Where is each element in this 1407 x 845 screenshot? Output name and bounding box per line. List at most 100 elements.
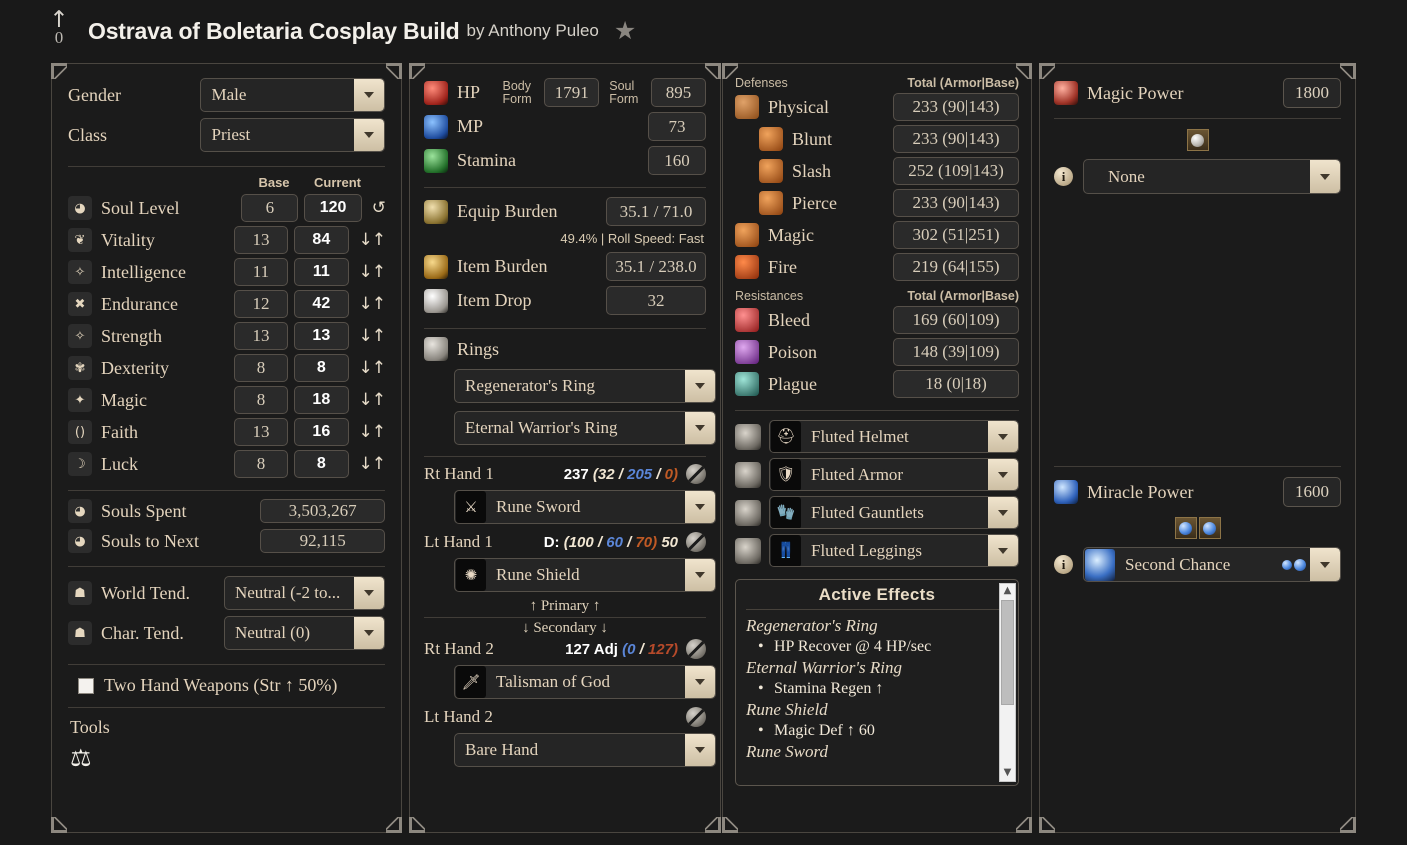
souls-spent-label: Souls Spent: [101, 500, 187, 521]
miracle-slot[interactable]: [1198, 517, 1221, 539]
two-hand-row[interactable]: Two Hand Weapons (Str ↑ 50%): [68, 675, 385, 696]
decrease-increase-stat[interactable]: ↓↑: [359, 358, 386, 378]
no-scaling-icon[interactable]: [686, 707, 706, 727]
slash-icon: [759, 159, 783, 183]
miracle-slot-strip: [1054, 517, 1341, 539]
miracle-spell-select[interactable]: Second Chance: [1083, 547, 1341, 582]
divider: [735, 410, 1019, 411]
chevron-down-icon[interactable]: [685, 412, 715, 444]
chevron-down-icon[interactable]: [685, 734, 715, 766]
chevron-down-icon[interactable]: [685, 370, 715, 402]
lt-hand-1-select[interactable]: ✺ Rune Shield: [454, 558, 716, 592]
miracle-slot[interactable]: [1174, 517, 1197, 539]
miracle-spell-value: Second Chance: [1125, 554, 1231, 574]
defenses-label: Defenses: [735, 76, 788, 90]
scroll-down-icon[interactable]: ▼: [1004, 766, 1012, 780]
stat-current-value[interactable]: 8: [294, 450, 349, 478]
rt-hand-2-select[interactable]: 🗡 Talisman of God: [454, 665, 716, 699]
char-tendency-select[interactable]: Neutral (0): [223, 616, 385, 650]
upvote-arrow-icon[interactable]: ↑: [49, 9, 68, 32]
chevron-down-icon[interactable]: [354, 79, 384, 111]
stat-row: ✖ Endurance 12 42 ↓↑: [68, 290, 386, 318]
strength-icon: ✧: [68, 324, 92, 348]
info-icon[interactable]: i: [1054, 555, 1073, 574]
chevron-down-icon[interactable]: [354, 119, 384, 151]
divider: [424, 187, 706, 188]
reset-stat-button[interactable]: ↺: [372, 198, 386, 218]
no-scaling-icon[interactable]: [686, 532, 706, 552]
stat-current-value[interactable]: 18: [294, 386, 349, 414]
chevron-down-icon[interactable]: [988, 497, 1018, 528]
rt-hand-1-select[interactable]: ⚔ Rune Sword: [454, 490, 716, 524]
active-effects-scrollbar[interactable]: ▲ ▼: [999, 583, 1016, 782]
stat-current-value[interactable]: 16: [294, 418, 349, 446]
vote-widget[interactable]: ↑ 0: [44, 9, 74, 48]
stat-current-value[interactable]: 8: [294, 354, 349, 382]
chevron-down-icon[interactable]: [988, 421, 1018, 452]
armor-slot-select[interactable]: 🧤 Fluted Gauntlets: [769, 496, 1019, 529]
magic-slot-orb-icon: [1191, 133, 1204, 147]
stat-current-value[interactable]: 84: [294, 226, 349, 254]
mp-label: MP: [457, 116, 484, 136]
stamina-icon: [424, 148, 448, 173]
scrollbar-thumb[interactable]: [1001, 600, 1014, 705]
hp-row: HP Body Form 1791 Soul Form 895: [424, 78, 706, 107]
dmg-prefix: D:: [543, 533, 560, 551]
decrease-increase-stat[interactable]: ↓↑: [359, 454, 386, 474]
chevron-down-icon[interactable]: [1310, 548, 1340, 581]
no-scaling-icon[interactable]: [686, 639, 706, 659]
chevron-down-icon[interactable]: [354, 577, 384, 609]
ring-slot-2-select[interactable]: Eternal Warrior's Ring: [454, 411, 716, 445]
hp-label: HP: [457, 82, 481, 102]
leggings-icon-thumb: [735, 537, 761, 564]
lt-hand-2-header: Lt Hand 2: [424, 707, 706, 727]
decrease-increase-stat[interactable]: ↓↑: [359, 390, 386, 410]
defense-value: 219 (64|155): [893, 253, 1019, 281]
lt-hand-2-select[interactable]: Bare Hand: [454, 733, 716, 767]
class-select[interactable]: Priest: [200, 118, 385, 152]
dmg-magic: 60: [606, 533, 623, 551]
armor-slot-select[interactable]: 🛡 Fluted Armor: [769, 458, 1019, 491]
chevron-down-icon[interactable]: [1310, 160, 1340, 193]
armor-slot-select[interactable]: ⛑ Fluted Helmet: [769, 420, 1019, 453]
magic-spell-select[interactable]: None: [1083, 159, 1341, 194]
gender-label: Gender: [68, 84, 121, 105]
mp-row: MP 73: [424, 112, 706, 141]
defense-name: Slash: [792, 160, 832, 181]
active-effects-list: Regenerator's Ring HP Recover @ 4 HP/sec E…: [736, 610, 1018, 762]
info-icon[interactable]: i: [1054, 167, 1073, 186]
stat-current-value[interactable]: 120: [304, 194, 362, 222]
vitals-panel: HP Body Form 1791 Soul Form 895 MP 73 Stam…: [409, 63, 721, 833]
chevron-down-icon[interactable]: [685, 559, 715, 591]
decrease-increase-stat[interactable]: ↓↑: [359, 326, 386, 346]
resistances-header: Resistances Total (Armor|Base): [735, 289, 1019, 303]
chevron-down-icon[interactable]: [685, 666, 715, 698]
stat-name: Magic: [101, 389, 147, 410]
decrease-increase-stat[interactable]: ↓↑: [359, 230, 386, 250]
scales-icon[interactable]: ⚖: [70, 746, 385, 770]
stat-current-value[interactable]: 11: [294, 258, 349, 286]
gender-select[interactable]: Male: [200, 78, 385, 112]
ring-slot-1-select[interactable]: Regenerator's Ring: [454, 369, 716, 403]
chevron-down-icon[interactable]: [354, 617, 384, 649]
magic-slot[interactable]: [1186, 129, 1209, 151]
stat-current-value[interactable]: 42: [294, 290, 349, 318]
chevron-down-icon[interactable]: [685, 491, 715, 523]
chevron-down-icon[interactable]: [988, 459, 1018, 490]
resistance-name: Bleed: [768, 309, 810, 330]
world-tendency-select[interactable]: Neutral (-2 to...: [223, 576, 385, 610]
two-hand-checkbox[interactable]: [78, 677, 94, 694]
char-tendency-row: ☗ Char. Tend. Neutral (0): [68, 616, 385, 650]
favorite-star-icon[interactable]: ★: [614, 19, 636, 44]
decrease-increase-stat[interactable]: ↓↑: [359, 294, 386, 314]
decrease-increase-stat[interactable]: ↓↑: [359, 422, 386, 442]
stat-row: ✾ Dexterity 8 8 ↓↑: [68, 354, 386, 382]
chevron-down-icon[interactable]: [988, 535, 1018, 566]
no-scaling-icon[interactable]: [686, 464, 706, 484]
miracle-power-label: Miracle Power: [1087, 481, 1194, 502]
stat-current-value[interactable]: 13: [294, 322, 349, 350]
scroll-up-icon[interactable]: ▲: [1004, 584, 1012, 598]
rune-shield-icon: ✺: [456, 559, 486, 591]
decrease-increase-stat[interactable]: ↓↑: [359, 262, 386, 282]
armor-slot-select[interactable]: 👖 Fluted Leggings: [769, 534, 1019, 567]
